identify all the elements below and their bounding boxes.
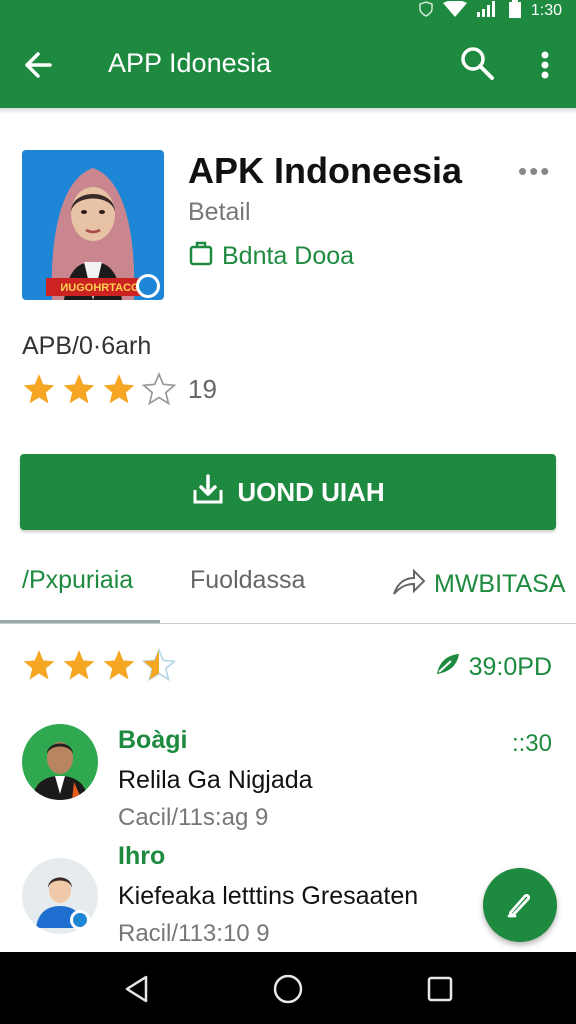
review-title: Kiefeaka letttins Gresaaten bbox=[118, 882, 419, 910]
star-filled-icon bbox=[103, 650, 135, 680]
developer-row[interactable]: Bdnta Dooa bbox=[188, 240, 354, 273]
install-button[interactable]: UOND UIAH bbox=[20, 454, 556, 530]
review-subtext: Cacil/11s:ag 9 bbox=[118, 804, 269, 831]
app-icon[interactable]: ИUGOHRTACG bbox=[22, 150, 164, 300]
tab-bar: /Pxpuriaia Fuoldassa MWBITASA bbox=[0, 548, 576, 622]
signal-icon bbox=[476, 0, 499, 22]
tab-2[interactable]: Fuoldassa bbox=[190, 566, 305, 595]
nav-home-icon[interactable] bbox=[271, 972, 305, 1006]
nav-recents-icon[interactable] bbox=[423, 972, 457, 1006]
download-icon bbox=[191, 472, 225, 513]
back-arrow-icon[interactable] bbox=[20, 46, 58, 84]
install-button-label: UOND UIAH bbox=[237, 476, 385, 507]
reviews-rating bbox=[22, 648, 182, 682]
edit-fab-button[interactable] bbox=[483, 868, 557, 942]
tab-3[interactable]: MWBITASA bbox=[392, 566, 565, 603]
star-filled-icon bbox=[103, 374, 135, 404]
avatar bbox=[22, 858, 98, 934]
review-title: Relila Ga Nigjada bbox=[118, 766, 313, 794]
nav-back-icon[interactable] bbox=[120, 972, 154, 1006]
star-filled-icon bbox=[63, 650, 95, 680]
star-filled-icon bbox=[63, 374, 95, 404]
system-nav-bar bbox=[0, 952, 576, 1024]
app-bar: APP Idonesia bbox=[0, 22, 576, 108]
leaf-icon bbox=[435, 652, 461, 683]
overflow-dots-icon[interactable]: ••• bbox=[518, 156, 551, 187]
status-time: 1:30 bbox=[530, 2, 562, 19]
tab-1[interactable]: /Pxpuriaia bbox=[22, 566, 133, 595]
app-bar-title: APP Idonesia bbox=[108, 48, 272, 78]
star-filled-icon bbox=[23, 650, 55, 680]
app-meta: APB/0·6arh bbox=[22, 332, 152, 360]
avatar bbox=[22, 724, 98, 800]
review-subtext: Racil/113:10 9 bbox=[118, 920, 270, 947]
developer-name: Bdnta Dooa bbox=[222, 242, 355, 270]
more-vert-icon[interactable] bbox=[530, 46, 560, 84]
app-category: Betail bbox=[188, 198, 251, 226]
star-empty-icon bbox=[142, 372, 176, 406]
search-icon[interactable] bbox=[458, 44, 496, 82]
app-title: APK Indoneesia bbox=[188, 150, 463, 191]
app-icon-banner: ИUGOHRTACG bbox=[60, 282, 139, 294]
review-author: Boàgi bbox=[118, 726, 188, 754]
star-filled-icon bbox=[23, 374, 55, 404]
reviews-meta: 39:0PD bbox=[435, 652, 552, 683]
vpn-icon bbox=[419, 0, 433, 22]
developer-icon bbox=[188, 240, 214, 273]
wifi-icon bbox=[442, 0, 467, 22]
review-author: Ihro bbox=[118, 842, 166, 870]
battery-icon bbox=[508, 0, 521, 23]
review-time: ::30 bbox=[511, 730, 552, 757]
share-icon bbox=[392, 566, 426, 603]
app-rating: 19 bbox=[22, 372, 217, 406]
app-bar-shadow bbox=[0, 108, 576, 114]
star-half-icon bbox=[142, 648, 176, 682]
reviews-meta-text: 39:0PD bbox=[468, 653, 552, 681]
tabs-divider bbox=[0, 623, 576, 624]
tab-3-label: MWBITASA bbox=[434, 570, 566, 598]
rating-count: 19 bbox=[188, 373, 217, 404]
status-bar: 1:30 bbox=[0, 0, 576, 22]
edit-icon bbox=[503, 886, 537, 925]
